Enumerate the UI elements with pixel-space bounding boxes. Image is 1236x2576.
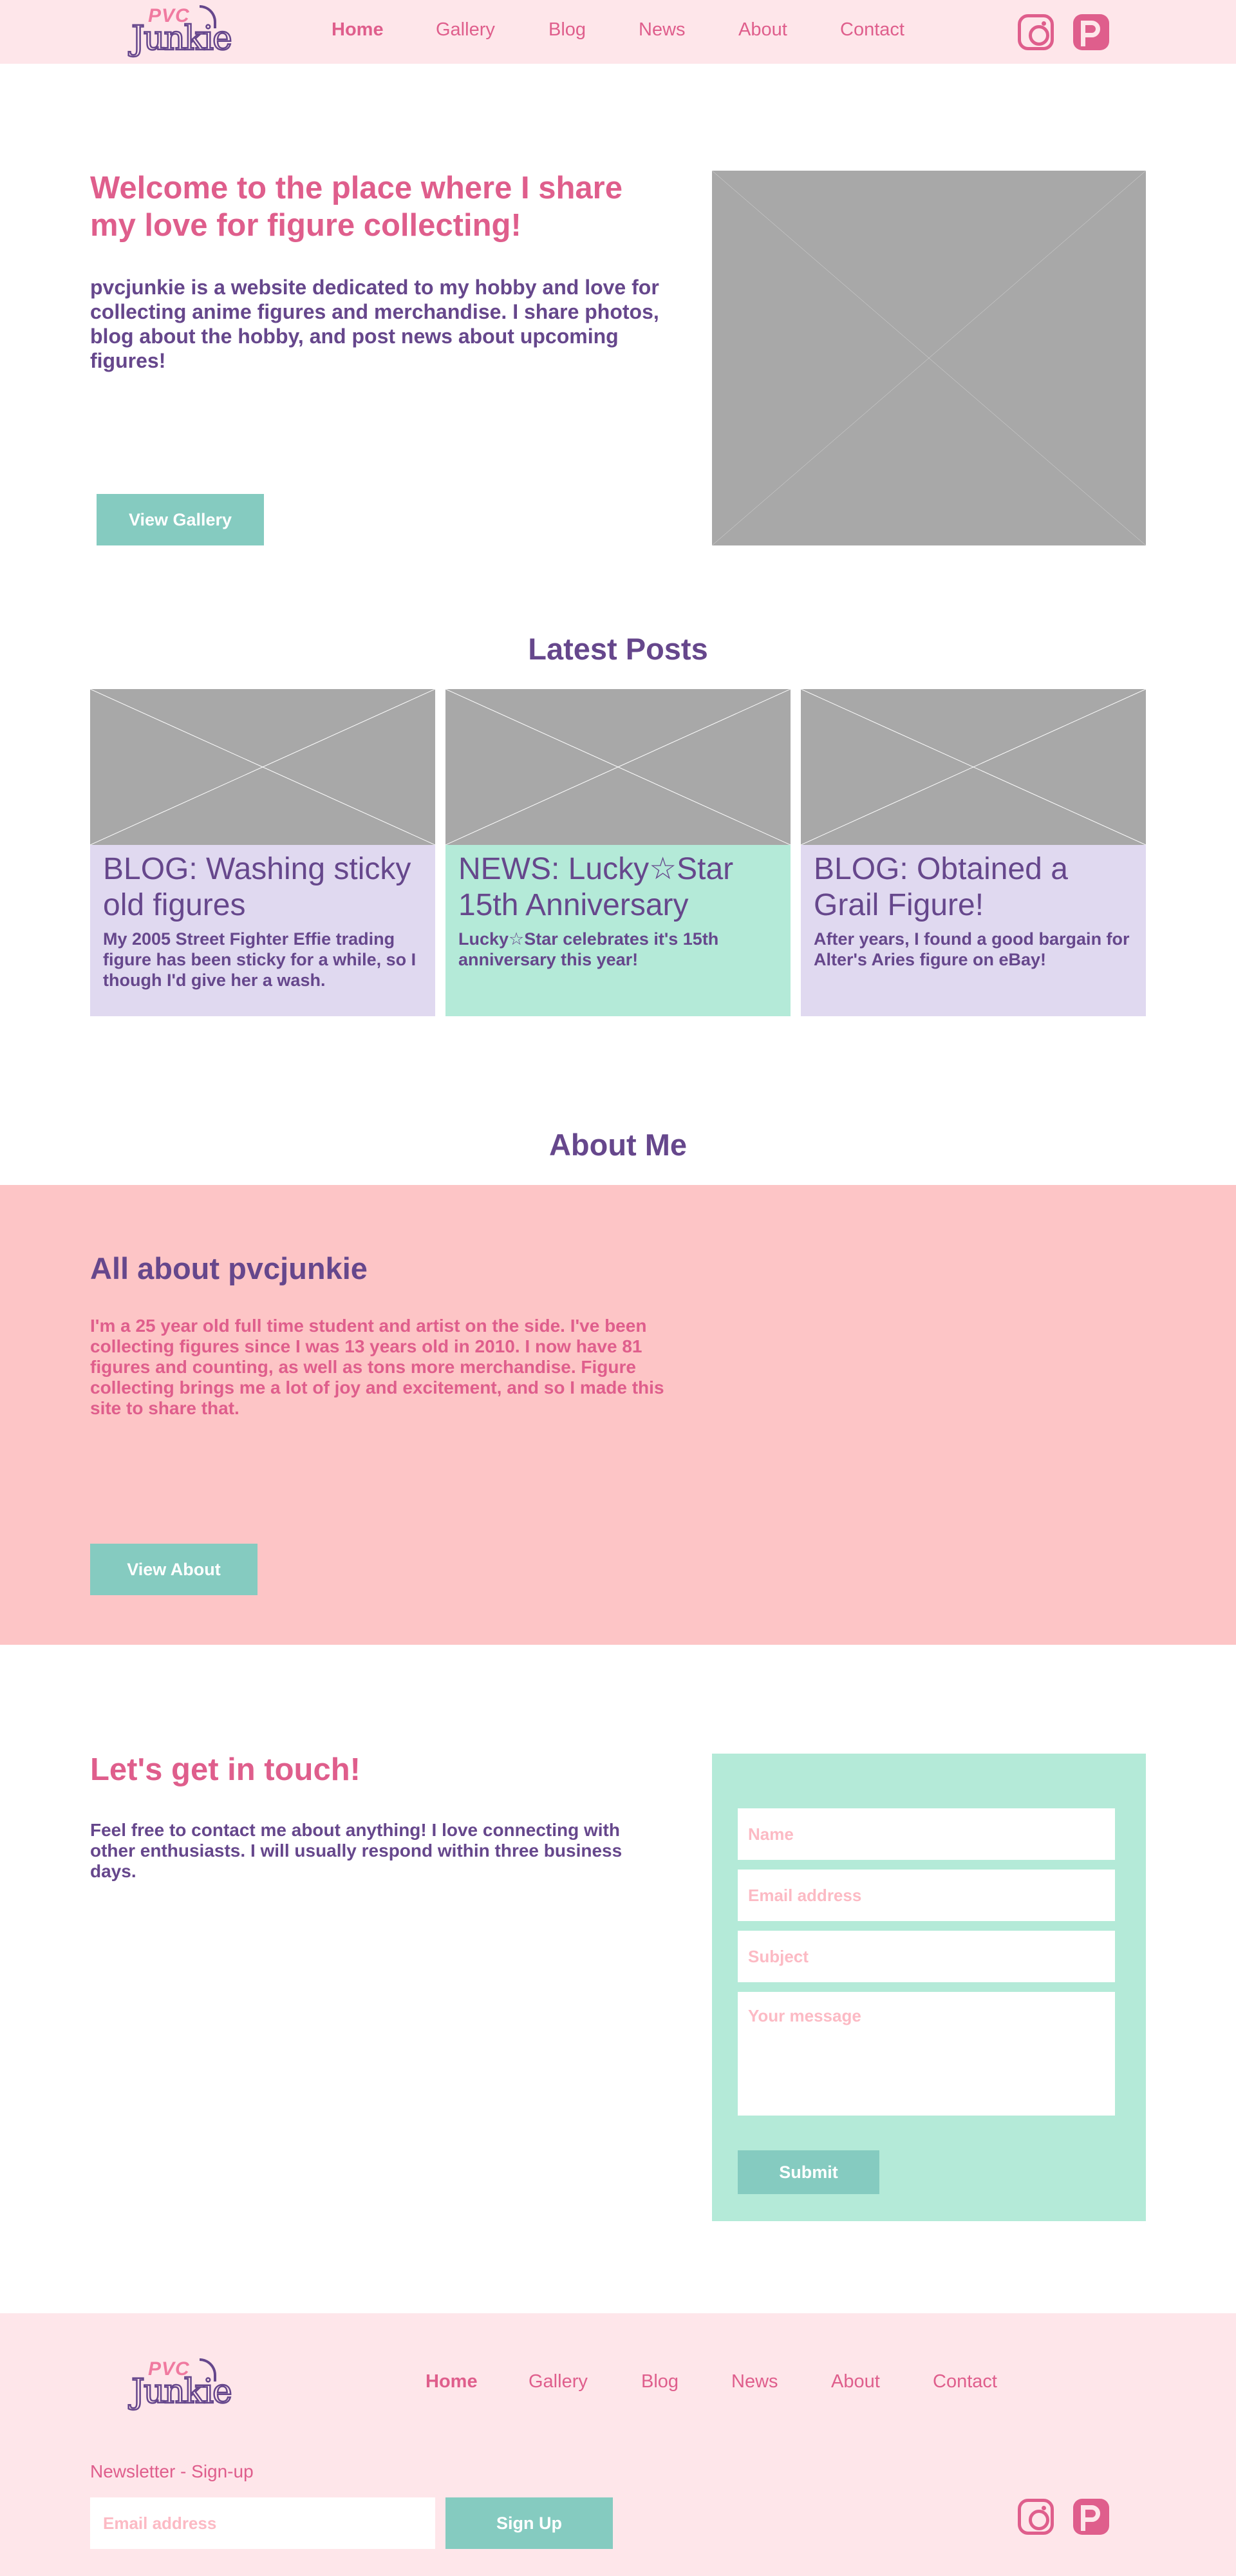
footer-nav-about[interactable]: About [831, 2371, 933, 2392]
site-logo[interactable]: PVC Junkie [122, 3, 233, 61]
post-card-body: BLOG: Washing sticky old figures My 2005… [90, 845, 435, 1016]
hero-text: pvcjunkie is a website dedicated to my h… [90, 276, 659, 372]
nav-blog[interactable]: Blog [548, 19, 639, 41]
view-about-button[interactable]: View About [90, 1544, 258, 1595]
post-image-placeholder [90, 689, 435, 845]
about-me-heading: About Me [548, 1128, 688, 1162]
view-gallery-button[interactable]: View Gallery [97, 494, 264, 545]
contact-text: Feel free to contact me about anything! … [90, 1820, 623, 1881]
sign-up-button[interactable]: Sign Up [445, 2497, 613, 2549]
header-social [1018, 14, 1109, 50]
logo-horn-icon [200, 5, 216, 28]
post-card[interactable]: BLOG: Obtained a Grail Figure! After yea… [801, 689, 1146, 1016]
footer-social [1018, 2499, 1109, 2535]
instagram-icon[interactable] [1018, 2499, 1054, 2535]
post-image-placeholder [445, 689, 791, 845]
hero-title: Welcome to the place where I share my lo… [90, 171, 623, 243]
post-card[interactable]: NEWS: Lucky☆Star 15th Anniversary Lucky☆… [445, 689, 791, 1016]
footer-nav-gallery[interactable]: Gallery [529, 2371, 641, 2392]
post-title: NEWS: Lucky☆Star 15th Anniversary [458, 852, 734, 922]
post-excerpt: Lucky☆Star celebrates it's 15th annivers… [458, 929, 719, 969]
nav-home[interactable]: Home [332, 19, 436, 41]
post-image-placeholder [801, 689, 1146, 845]
post-title: BLOG: Obtained a Grail Figure! [814, 852, 1068, 922]
latest-posts-heading: Latest Posts [528, 632, 708, 666]
site-header: PVC Junkie Home Gallery Blog News About … [0, 0, 1236, 64]
logo-horn-icon [200, 2358, 216, 2382]
post-card[interactable]: BLOG: Washing sticky old figures My 2005… [90, 689, 435, 1016]
footer-nav: Home Gallery Blog News About Contact [426, 2371, 1004, 2392]
main-nav: Home Gallery Blog News About Contact [332, 19, 911, 41]
footer-logo[interactable]: PVC Junkie [122, 2356, 233, 2414]
nav-news[interactable]: News [639, 19, 738, 41]
about-text: I'm a 25 year old full time student and … [90, 1316, 664, 1418]
message-field[interactable] [738, 1992, 1115, 2116]
post-excerpt: My 2005 Street Fighter Effie trading fig… [103, 929, 417, 990]
about-title: All about pvcjunkie [90, 1251, 368, 1285]
submit-button[interactable]: Submit [738, 2150, 879, 2194]
nav-gallery[interactable]: Gallery [436, 19, 548, 41]
footer-nav-home[interactable]: Home [426, 2371, 529, 2392]
newsletter-label: Newsletter - Sign-up [90, 2461, 254, 2481]
nav-about[interactable]: About [738, 19, 840, 41]
email-field[interactable] [738, 1870, 1115, 1921]
post-card-body: BLOG: Obtained a Grail Figure! After yea… [801, 845, 1146, 1016]
name-field[interactable] [738, 1808, 1115, 1860]
newsletter-email-field[interactable] [90, 2497, 435, 2549]
contact-title: Let's get in touch! [90, 1752, 360, 1787]
post-title: BLOG: Washing sticky old figures [103, 852, 411, 922]
instagram-icon[interactable] [1018, 14, 1054, 50]
nav-contact[interactable]: Contact [840, 19, 911, 41]
subject-field[interactable] [738, 1931, 1115, 1982]
post-excerpt: After years, I found a good bargain for … [814, 929, 1130, 969]
footer-nav-news[interactable]: News [731, 2371, 831, 2392]
footer-nav-contact[interactable]: Contact [933, 2371, 1004, 2392]
hero-image-placeholder [712, 171, 1146, 545]
post-card-body: NEWS: Lucky☆Star 15th Anniversary Lucky☆… [445, 845, 791, 1016]
patreon-icon[interactable] [1073, 14, 1109, 50]
footer-nav-blog[interactable]: Blog [641, 2371, 731, 2392]
patreon-icon[interactable] [1073, 2499, 1109, 2535]
